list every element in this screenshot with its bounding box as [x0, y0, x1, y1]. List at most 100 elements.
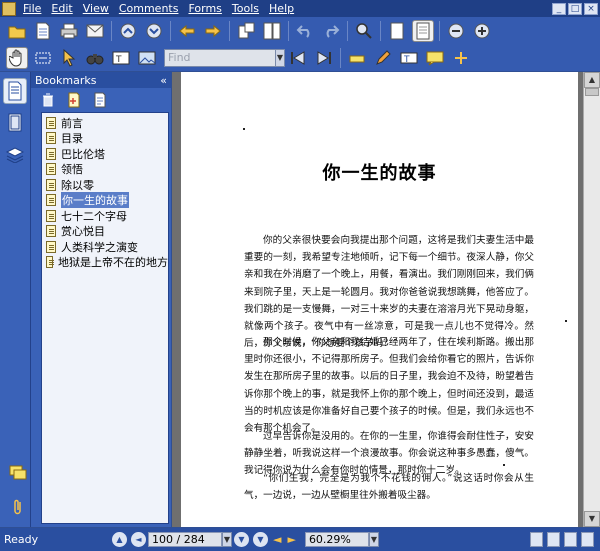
bookmark-item[interactable]: 巴比伦塔	[42, 146, 168, 162]
bookmark-label: 七十二个字母	[61, 209, 127, 223]
bookmark-page-icon	[46, 256, 54, 269]
comments-pane-icon[interactable]	[6, 460, 30, 486]
bookmark-item[interactable]: 人类科学之演变	[42, 239, 168, 255]
bookmark-item[interactable]: 领悟	[42, 162, 168, 178]
next-page-status-icon[interactable]: ▼	[234, 532, 249, 547]
find-options-dropdown[interactable]: ▼	[275, 49, 285, 67]
snapshot-icon[interactable]: T	[110, 47, 132, 69]
go-forward-icon[interactable]: ►	[287, 533, 295, 546]
bookmark-item[interactable]: 七十二个字母	[42, 208, 168, 224]
next-page-icon[interactable]	[143, 20, 165, 42]
bookmarks-pane-icon[interactable]	[3, 78, 27, 104]
email-icon[interactable]	[84, 20, 106, 42]
open-folder-icon[interactable]	[6, 20, 28, 42]
bookmark-label: 赏心悦目	[61, 225, 105, 239]
bookmarks-header: Bookmarks «	[31, 72, 171, 88]
menu-edit[interactable]: Edit	[46, 2, 77, 15]
go-back-icon[interactable]: ◄	[273, 533, 281, 546]
bookmark-label: 地狱是上帝不在的地方	[58, 256, 168, 270]
bookmark-label: 领悟	[61, 163, 83, 177]
bookmark-item[interactable]: 赏心悦目	[42, 224, 168, 240]
menu-tools[interactable]: Tools	[227, 2, 264, 15]
menu-comments[interactable]: Comments	[114, 2, 184, 15]
back-arrow-icon[interactable]	[176, 20, 198, 42]
rotate-page-icon[interactable]	[235, 20, 257, 42]
pdf-page: 你一生的故事 你的父亲很快要会向我提出那个问题，这将是我们夫妻生活中最重要的一刻…	[181, 72, 578, 527]
sticky-note-icon[interactable]	[424, 47, 446, 69]
bookmarks-tree: 前言 目录 巴比伦塔 领悟 除以零 你一生的故事 七十二个字母 赏心悦目 人类科学之演变地狱是上…	[41, 112, 169, 524]
zoom-in-icon[interactable]	[471, 20, 493, 42]
bookmark-label: 前言	[61, 116, 83, 130]
redo-icon[interactable]	[320, 20, 342, 42]
bookmark-page-icon	[46, 194, 56, 207]
minimize-button[interactable]: _	[552, 2, 566, 15]
binoculars-icon[interactable]	[84, 47, 106, 69]
previous-page-icon[interactable]	[117, 20, 139, 42]
typewriter-icon[interactable]: T	[398, 47, 420, 69]
document-viewport[interactable]: 你一生的故事 你的父亲很快要会向我提出那个问题，这将是我们夫妻生活中最重要的一刻…	[172, 72, 600, 527]
delete-bookmark-icon[interactable]	[37, 89, 59, 111]
zoom-field[interactable]: 60.29%	[304, 532, 369, 547]
restore-button[interactable]: □	[568, 2, 582, 15]
page-number-field[interactable]: 100 / 284	[148, 532, 222, 547]
note-tool-icon[interactable]	[450, 47, 472, 69]
single-page-view-icon[interactable]	[530, 532, 543, 547]
single-page-icon[interactable]	[386, 20, 408, 42]
collapse-panel-icon[interactable]: «	[160, 74, 167, 87]
svg-text:T: T	[403, 55, 410, 65]
menu-forms[interactable]: Forms	[183, 2, 226, 15]
forward-arrow-icon[interactable]	[202, 20, 224, 42]
bookmark-item[interactable]: 除以零	[42, 177, 168, 193]
new-bookmark-icon[interactable]	[63, 89, 85, 111]
scroll-up-icon[interactable]: ▲	[584, 72, 600, 88]
scroll-thumb[interactable]	[585, 88, 599, 96]
menu-help[interactable]: Help	[264, 2, 299, 15]
thumbnails-pane-icon[interactable]	[3, 110, 27, 136]
pencil-icon[interactable]	[372, 47, 394, 69]
bookmark-page-icon	[46, 225, 56, 238]
bookmark-page-icon	[46, 147, 56, 160]
facing-view-icon[interactable]	[564, 532, 577, 547]
highlight-icon[interactable]	[346, 47, 368, 69]
first-page-icon[interactable]: ▲	[112, 532, 127, 547]
main-toolbar	[0, 17, 600, 45]
bookmark-properties-icon[interactable]	[89, 89, 111, 111]
bookmark-page-icon	[46, 163, 56, 176]
zoom-dropdown[interactable]: ▼	[368, 532, 379, 547]
zoom-out-icon[interactable]	[445, 20, 467, 42]
image-select-icon[interactable]	[136, 47, 158, 69]
bookmark-item[interactable]: 地狱是上帝不在的地方	[42, 255, 168, 271]
undo-icon[interactable]	[294, 20, 316, 42]
continuous-facing-view-icon[interactable]	[581, 532, 594, 547]
print-icon[interactable]	[58, 20, 80, 42]
last-page-icon[interactable]: ▼	[253, 532, 268, 547]
page-dropdown[interactable]: ▼	[222, 532, 232, 547]
scroll-down-icon[interactable]: ▼	[584, 511, 600, 527]
menu-view[interactable]: View	[78, 2, 114, 15]
bookmark-item[interactable]: 你一生的故事	[42, 192, 168, 209]
continuous-page-icon[interactable]	[412, 20, 434, 42]
document-icon[interactable]	[32, 20, 54, 42]
find-next-icon[interactable]	[313, 47, 335, 69]
find-input[interactable]: Find	[164, 49, 276, 67]
pointer-icon[interactable]	[58, 47, 80, 69]
zoom-tool-icon[interactable]	[353, 20, 375, 42]
page-layout-icon[interactable]	[261, 20, 283, 42]
find-previous-icon[interactable]	[287, 47, 309, 69]
continuous-view-icon[interactable]	[547, 532, 560, 547]
menu-bar: File Edit View Comments Forms Tools Help…	[0, 0, 600, 17]
hand-tool-icon[interactable]	[6, 47, 28, 69]
select-text-icon[interactable]	[32, 47, 54, 69]
layers-pane-icon[interactable]	[3, 142, 27, 168]
close-button[interactable]: ×	[584, 2, 598, 15]
chapter-title: 你一生的故事	[322, 163, 437, 184]
prev-page-status-icon[interactable]: ◄	[131, 532, 146, 547]
bookmark-item[interactable]: 前言	[42, 115, 168, 131]
vertical-scrollbar[interactable]: ▲ ▼	[583, 72, 600, 527]
paragraph-4: “你们生我，完全是为我个不花钱的佣人。”说这话时你会从生气，一边说，一边从壁橱里…	[244, 473, 534, 502]
status-text: Ready	[4, 533, 39, 546]
bookmark-item[interactable]: 目录	[42, 131, 168, 147]
menu-file[interactable]: File	[18, 2, 46, 15]
bookmark-label: 人类科学之演变	[61, 240, 138, 254]
attachment-icon[interactable]	[6, 494, 30, 520]
